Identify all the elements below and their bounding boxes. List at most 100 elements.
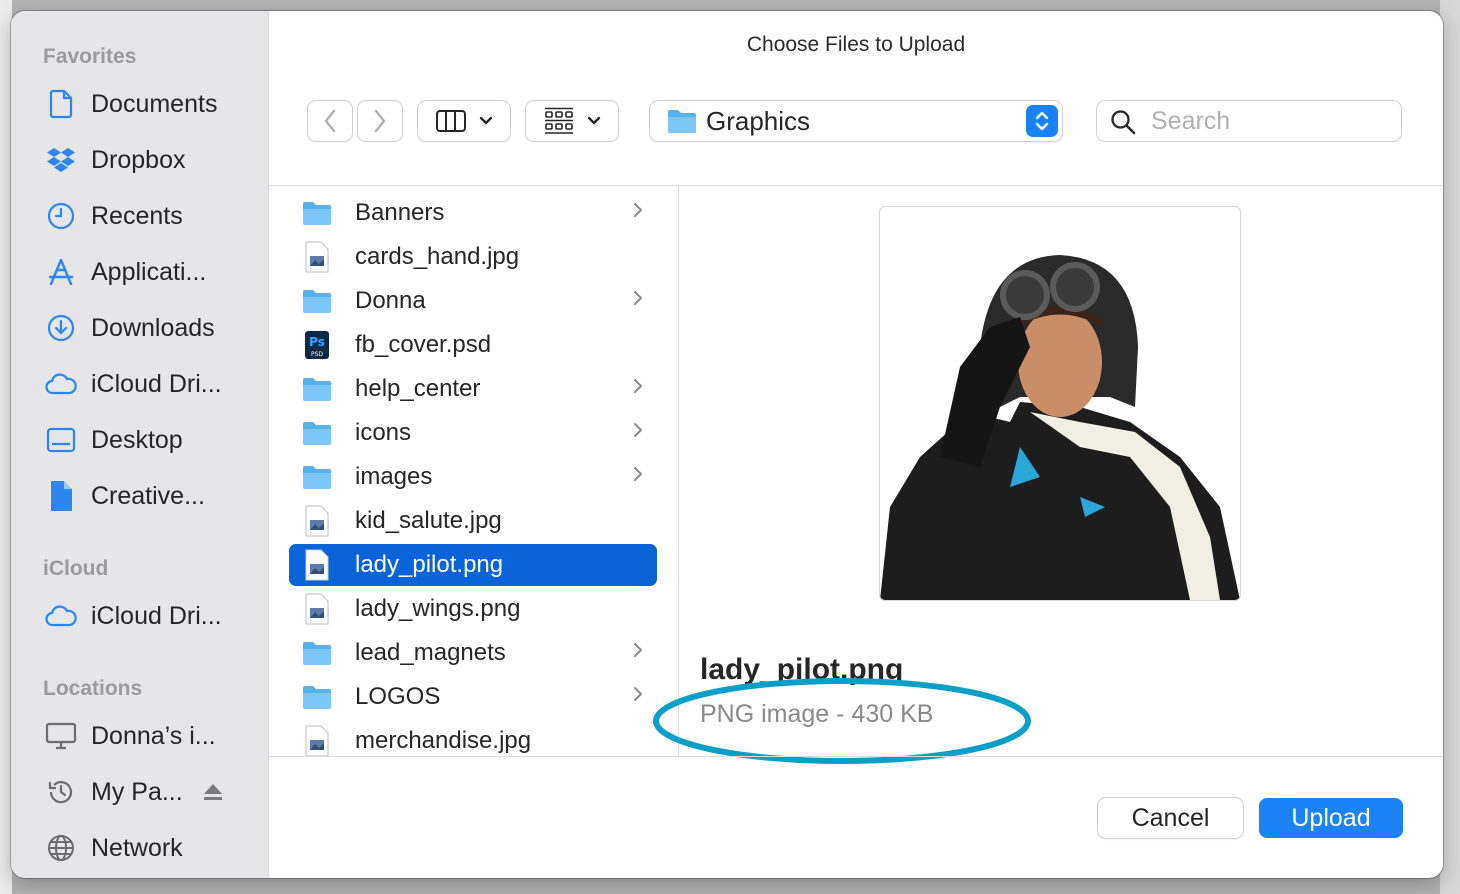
sidebar-item-label: Dropbox (91, 145, 186, 174)
cancel-button[interactable]: Cancel (1098, 798, 1243, 838)
sidebar-item-network[interactable]: Network (43, 828, 183, 868)
list-item[interactable]: cards_hand.jpg (289, 236, 657, 278)
sidebar-item-label: Downloads (91, 313, 215, 342)
file-name: icons (355, 419, 412, 446)
list-item[interactable]: LOGOS (289, 676, 657, 718)
sidebar-item-dropbox[interactable]: Dropbox (43, 140, 186, 180)
globe-icon (43, 833, 79, 863)
file-name: Banners (355, 199, 445, 226)
sidebar-item-label: iCloud Dri... (91, 601, 222, 630)
folder-icon (301, 461, 333, 493)
file-name: images (355, 463, 433, 490)
computer-icon (43, 721, 79, 751)
file-name: kid_salute.jpg (355, 507, 502, 534)
location-popup[interactable]: Graphics (650, 101, 1062, 141)
file-name: lady_wings.png (355, 595, 521, 622)
image-file-icon (301, 505, 333, 537)
sidebar-item-applications[interactable]: Applicati... (43, 252, 206, 292)
file-name: LOGOS (355, 683, 441, 710)
folder-icon (301, 417, 333, 449)
file-name: help_center (355, 375, 481, 402)
file-name: lady_pilot.png (355, 551, 504, 578)
sidebar-item-label: Applicati... (91, 257, 207, 286)
sidebar-item-icloud-drive[interactable]: iCloud Dri... (43, 596, 222, 636)
list-item[interactable]: Donna (289, 280, 657, 322)
columns-view-icon (435, 109, 467, 133)
search-icon (1110, 109, 1136, 135)
sidebar-item-label: Network (91, 833, 183, 862)
sidebar-item-my-passport[interactable]: My Pa... (43, 772, 223, 812)
list-item[interactable]: lead_magnets (289, 632, 657, 674)
list-item[interactable]: Banners (289, 192, 657, 234)
list-item-selected[interactable]: lady_pilot.png (289, 544, 657, 586)
sidebar-item-label: Creative... (91, 481, 205, 510)
preview-file-name: lady_pilot.png (700, 653, 904, 686)
list-item[interactable]: Ps PSD fb_cover.psd (289, 324, 657, 366)
sidebar-section-icloud: iCloud (43, 557, 109, 580)
view-mode-button[interactable] (418, 101, 510, 141)
chevron-updown-icon (1026, 105, 1058, 137)
list-item[interactable]: lady_wings.png (289, 588, 657, 630)
folder-icon (301, 373, 333, 405)
list-item[interactable]: merchandise.jpg (289, 720, 657, 756)
dropbox-icon (43, 145, 79, 175)
forward-button[interactable] (358, 101, 402, 141)
main-pane: Choose Files to Upload Graphics Search B… (269, 11, 1443, 878)
search-field[interactable] (1097, 101, 1401, 141)
chevron-right-icon (633, 422, 643, 443)
chevron-right-icon (633, 290, 643, 311)
file-name: lead_magnets (355, 639, 506, 666)
image-file-icon (301, 593, 333, 625)
chevron-right-icon (633, 378, 643, 399)
sidebar-item-desktop[interactable]: Desktop (43, 420, 183, 460)
eject-icon[interactable] (203, 783, 223, 801)
folder-icon (301, 637, 333, 669)
list-item[interactable]: kid_salute.jpg (289, 500, 657, 542)
divider (269, 756, 1443, 757)
sidebar-item-label: Documents (91, 89, 218, 118)
sidebar-item-label: My Pa... (91, 777, 183, 806)
preview-pane: lady_pilot.png PNG image - 430 KB (679, 186, 1443, 756)
time-machine-icon (43, 777, 79, 807)
list-item[interactable]: icons (289, 412, 657, 454)
sidebar-item-computer[interactable]: Donna’s i... (43, 716, 216, 756)
photoshop-file-icon: Ps PSD (301, 329, 333, 361)
cloud-icon (43, 601, 79, 631)
preview-file-info: PNG image - 430 KB (700, 700, 934, 728)
upload-button[interactable]: Upload (1259, 798, 1403, 838)
file-name: merchandise.jpg (355, 727, 532, 754)
download-icon (43, 313, 79, 343)
file-icon (43, 481, 79, 511)
sidebar-item-downloads[interactable]: Downloads (43, 308, 215, 348)
file-list: Banners cards_hand.jpg Donna Ps PSD fb_co… (269, 186, 679, 756)
folder-icon (301, 681, 333, 713)
svg-text:PSD: PSD (311, 351, 323, 358)
chevron-right-icon (633, 202, 643, 223)
clock-icon (43, 201, 79, 231)
file-name: fb_cover.psd (355, 331, 492, 358)
group-by-button[interactable] (526, 101, 618, 141)
background-window (1440, 0, 1460, 894)
grid-icon (543, 107, 575, 135)
sidebar-item-documents[interactable]: Documents (43, 84, 217, 124)
folder-icon (301, 285, 333, 317)
chevron-right-icon (633, 642, 643, 663)
sidebar-item-label: iCloud Dri... (91, 369, 222, 398)
file-name: cards_hand.jpg (355, 243, 520, 270)
chevron-down-icon (479, 116, 493, 126)
back-button[interactable] (308, 101, 352, 141)
image-file-icon (301, 241, 333, 273)
list-item[interactable]: images (289, 456, 657, 498)
cloud-icon (43, 369, 79, 399)
folder-icon (667, 108, 697, 134)
sidebar: Favorites Documents Dropbox Recents Appl… (11, 11, 269, 878)
sidebar-section-favorites: Favorites (43, 45, 137, 68)
image-file-icon (301, 725, 333, 756)
list-item[interactable]: help_center (289, 368, 657, 410)
search-input[interactable] (1149, 105, 1393, 137)
current-folder-label: Graphics (706, 106, 811, 136)
sidebar-item-icloud-drive[interactable]: iCloud Dri... (43, 364, 222, 404)
sidebar-item-creative[interactable]: Creative... (43, 476, 205, 516)
sidebar-item-label: Desktop (91, 425, 183, 454)
sidebar-item-recents[interactable]: Recents (43, 196, 183, 236)
